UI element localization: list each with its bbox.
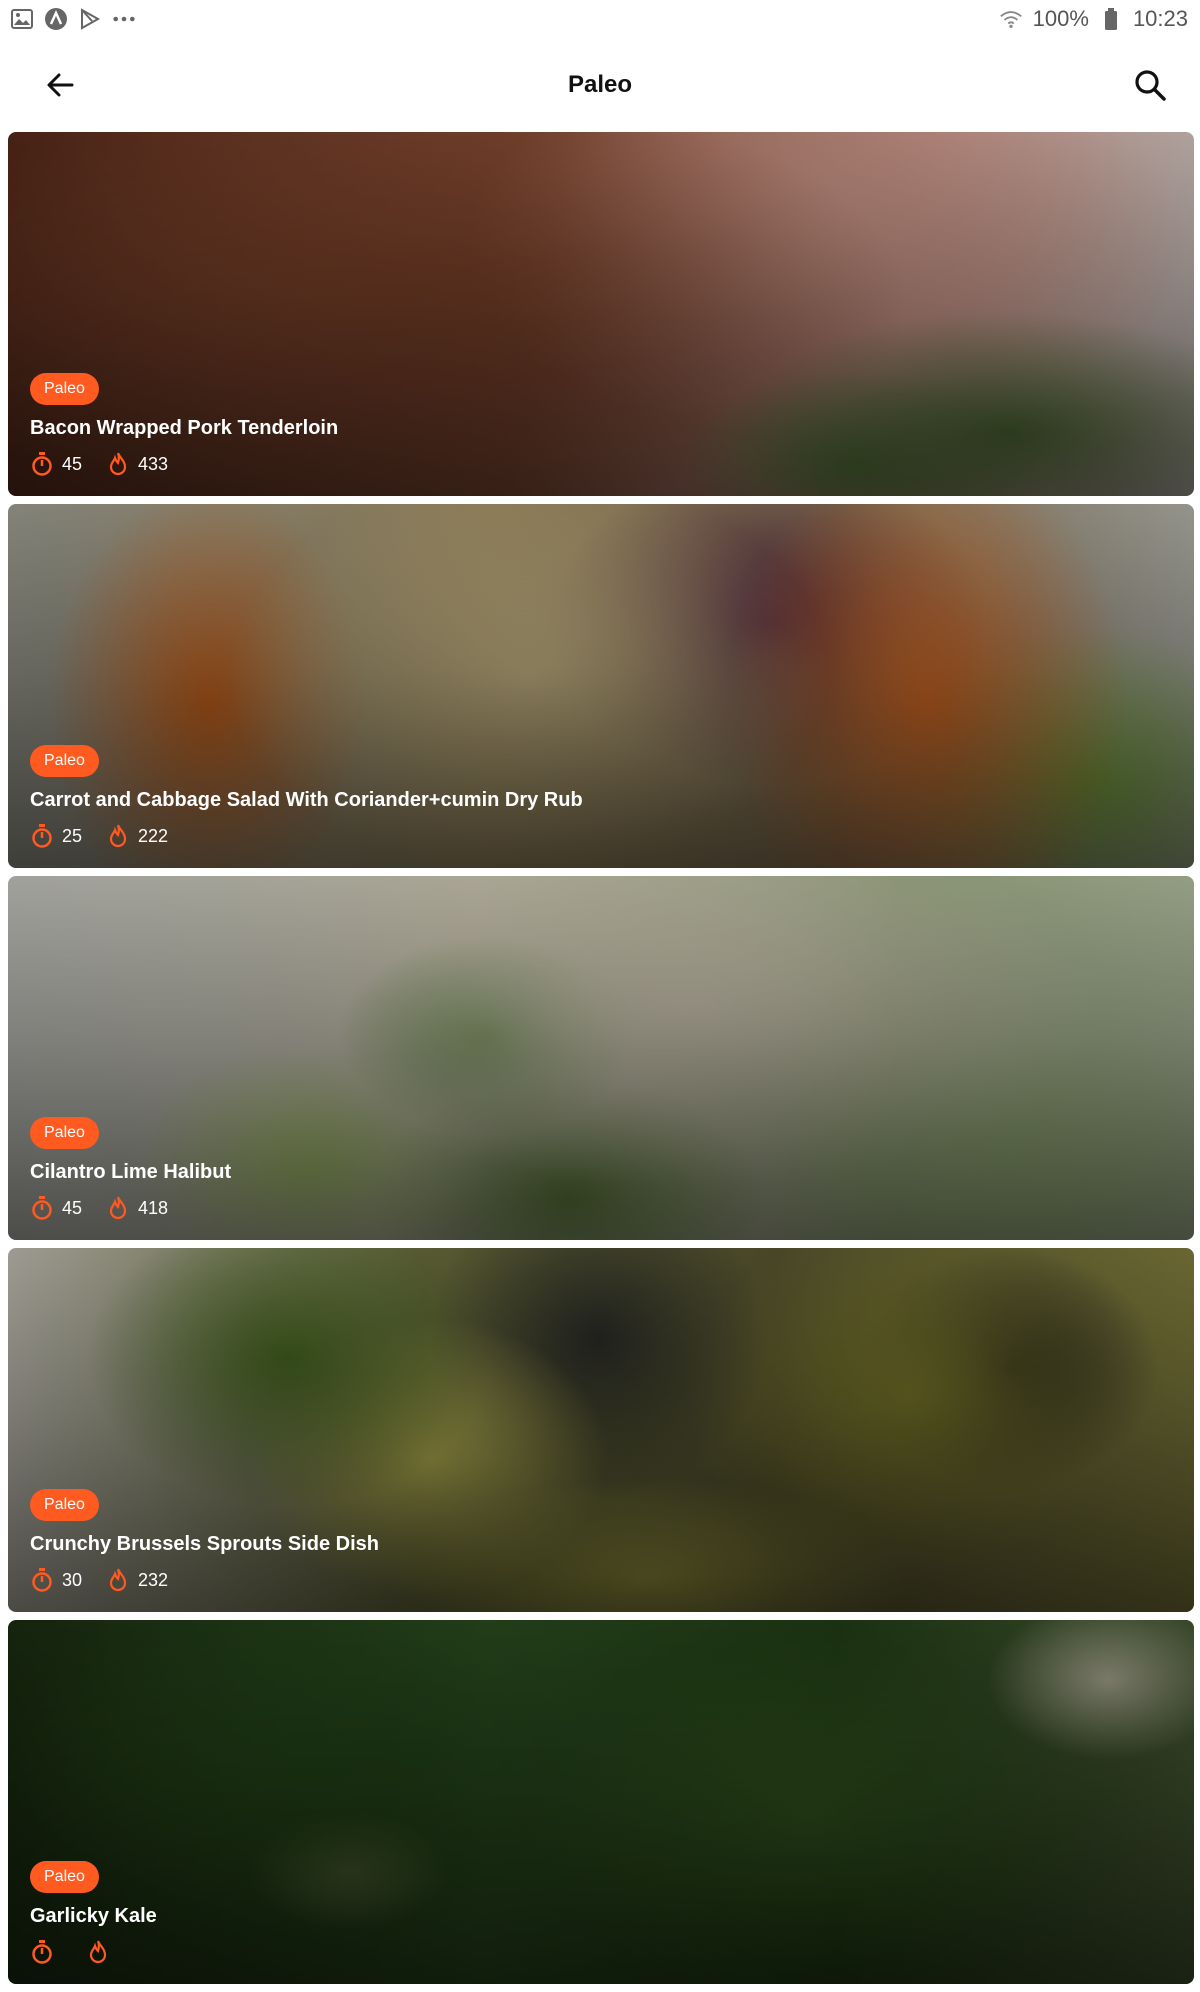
recipe-title: Carrot and Cabbage Salad With Coriander+… xyxy=(30,789,583,811)
recipe-list: Paleo Bacon Wrapped Pork Tenderloin 45 4… xyxy=(8,132,1194,1992)
recipe-title: Bacon Wrapped Pork Tenderloin xyxy=(30,417,339,439)
battery-icon xyxy=(1099,7,1123,31)
recipe-card[interactable]: Paleo Bacon Wrapped Pork Tenderloin 45 4… xyxy=(8,132,1194,496)
category-badge: Paleo xyxy=(30,373,99,405)
recipe-title: Cilantro Lime Halibut xyxy=(30,1161,232,1183)
recipe-info: Paleo Crunchy Brussels Sprouts Side Dish… xyxy=(30,1489,1172,1592)
timer-icon xyxy=(30,1568,54,1592)
category-badge: Paleo xyxy=(30,1117,99,1149)
timer-icon xyxy=(30,452,54,476)
category-badge: Paleo xyxy=(30,1489,99,1521)
battery-percent: 100% xyxy=(1032,6,1089,31)
recipe-card[interactable]: Paleo Crunchy Brussels Sprouts Side Dish… xyxy=(8,1248,1194,1612)
recipe-title: Garlicky Kale xyxy=(30,1905,157,1927)
cook-time: 30 xyxy=(62,1569,83,1590)
status-left xyxy=(10,7,136,31)
timer-icon xyxy=(30,824,54,848)
cook-time: 25 xyxy=(62,825,83,846)
timer-icon xyxy=(30,1196,54,1220)
play-store-icon xyxy=(78,7,102,31)
calories: 433 xyxy=(138,453,169,474)
page-title: Paleo xyxy=(567,71,633,98)
calories: 418 xyxy=(138,1197,169,1218)
clock: 10:23 xyxy=(1132,6,1188,31)
recipe-meta: 45 433 xyxy=(30,452,1172,476)
calories: 222 xyxy=(138,825,169,846)
search-button[interactable] xyxy=(1128,63,1172,107)
category-badge: Paleo xyxy=(30,1861,99,1893)
cook-time: 45 xyxy=(62,1197,83,1218)
category-badge: Paleo xyxy=(30,745,99,777)
recipe-meta: 45 418 xyxy=(30,1196,1172,1220)
recipe-info: Paleo Bacon Wrapped Pork Tenderloin 45 4… xyxy=(30,373,1172,476)
recipe-info: Paleo Carrot and Cabbage Salad With Cori… xyxy=(30,745,1172,848)
flame-icon xyxy=(106,1568,130,1592)
calories: 232 xyxy=(138,1569,169,1590)
recipe-info: Paleo Cilantro Lime Halibut 45 418 xyxy=(30,1117,1172,1220)
status-right: 100% 10:23 xyxy=(999,6,1188,32)
flame-icon xyxy=(106,452,130,476)
recipe-meta xyxy=(30,1940,1172,1964)
recipe-title: Crunchy Brussels Sprouts Side Dish xyxy=(30,1533,379,1555)
search-icon xyxy=(1135,70,1166,101)
app-a-icon xyxy=(44,7,68,31)
recipe-meta: 25 222 xyxy=(30,824,1172,848)
arrow-left-icon xyxy=(47,73,74,97)
app-bar: Paleo xyxy=(0,38,1200,132)
more-dots-icon xyxy=(112,7,136,31)
flame-icon xyxy=(86,1940,110,1964)
flame-icon xyxy=(106,824,130,848)
image-icon xyxy=(10,7,34,31)
recipe-card[interactable]: Paleo Garlicky Kale xyxy=(8,1620,1194,1984)
recipe-card[interactable]: Paleo Carrot and Cabbage Salad With Cori… xyxy=(8,504,1194,868)
flame-icon xyxy=(106,1196,130,1220)
wifi-icon xyxy=(999,7,1023,31)
recipe-info: Paleo Garlicky Kale xyxy=(30,1861,1172,1964)
status-bar: 100% 10:23 xyxy=(0,0,1200,38)
timer-icon xyxy=(30,1940,54,1964)
back-button[interactable] xyxy=(38,63,82,107)
cook-time: 45 xyxy=(62,453,83,474)
recipe-meta: 30 232 xyxy=(30,1568,1172,1592)
recipe-card[interactable]: Paleo Cilantro Lime Halibut 45 418 xyxy=(8,876,1194,1240)
